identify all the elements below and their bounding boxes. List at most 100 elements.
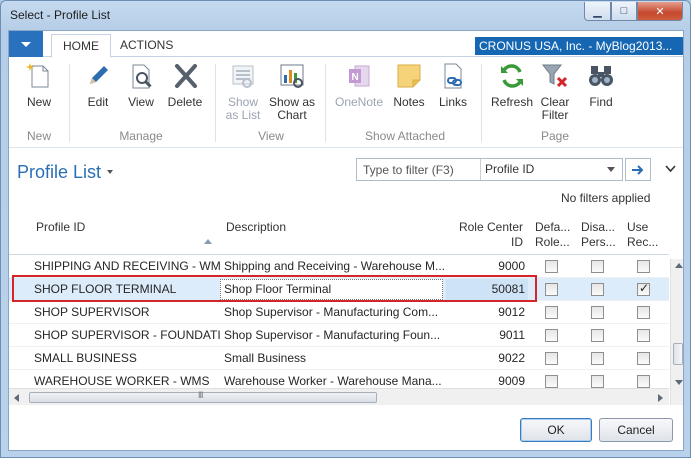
collapse-button[interactable] [665, 162, 676, 176]
disable-personalization-checkbox[interactable] [591, 329, 604, 342]
show-as-list-button[interactable]: Show as List [223, 60, 263, 122]
ok-button[interactable]: OK [520, 418, 592, 442]
scroll-up-icon[interactable] [675, 263, 683, 268]
new-button[interactable]: New [21, 60, 57, 109]
new-label: New [26, 95, 51, 109]
links-button[interactable]: Links [435, 60, 471, 109]
chevron-down-icon [665, 165, 676, 173]
notes-button[interactable]: Notes [391, 60, 427, 109]
use-record-notes-checkbox[interactable] [637, 375, 650, 388]
disable-personalization-checkbox[interactable] [591, 260, 604, 273]
cell-description[interactable]: Shop Supervisor - Manufacturing Foun... [224, 328, 444, 342]
delete-button[interactable]: Delete [165, 60, 205, 109]
use-record-notes-checkbox[interactable] [637, 281, 650, 296]
filter-input[interactable] [357, 159, 481, 180]
default-checkbox[interactable] [545, 375, 558, 388]
cell-profile-id[interactable]: SHIPPING AND RECEIVING - WMS [34, 259, 220, 273]
tab-home[interactable]: HOME [51, 34, 111, 58]
minimize-button[interactable]: ▁ [584, 2, 611, 21]
table-row[interactable]: SMALL BUSINESS Small Business 9022 [9, 347, 669, 370]
refresh-button[interactable]: Refresh [489, 60, 535, 109]
cell-role-center-id[interactable]: 9022 [449, 351, 525, 365]
clear-filter-button[interactable]: Clear Filter [537, 60, 573, 122]
application-menu-button[interactable] [9, 31, 43, 57]
filter-field-selector[interactable]: Profile ID [485, 162, 534, 176]
chevron-down-icon[interactable] [107, 170, 113, 174]
column-header-default-role-center[interactable]: Defa... Role... [535, 220, 570, 250]
view-document-icon [132, 64, 152, 89]
default-header-line2: Role... [535, 235, 570, 249]
cell-description[interactable]: Shop Supervisor - Manufacturing Com... [224, 305, 444, 319]
edit-button[interactable]: Edit [81, 60, 115, 109]
vertical-scrollbar[interactable] [670, 259, 683, 405]
cell-description[interactable]: Small Business [224, 351, 444, 365]
note-icon [397, 64, 421, 88]
cell-profile-id[interactable]: SMALL BUSINESS [34, 351, 220, 365]
disable-personalization-checkbox[interactable] [591, 283, 604, 296]
view-button[interactable]: View [123, 60, 159, 109]
horizontal-scroll-thumb[interactable]: III [29, 390, 377, 403]
use-record-notes-checkbox[interactable] [637, 352, 650, 365]
cell-profile-id[interactable]: WAREHOUSE WORKER - WMS [34, 374, 220, 388]
use-header-line1: Use [627, 220, 649, 234]
disable-personalization-checkbox[interactable] [591, 375, 604, 388]
tab-actions[interactable]: ACTIONS [109, 34, 184, 58]
filter-status: No filters applied [561, 191, 651, 205]
cell-role-center-id[interactable]: 9009 [449, 374, 525, 388]
chevron-down-icon[interactable] [607, 167, 615, 172]
cell-role-center-id[interactable]: 9012 [449, 305, 525, 319]
scroll-down-icon[interactable] [675, 380, 683, 385]
onenote-icon: N [349, 65, 370, 87]
find-button[interactable]: Find [583, 60, 619, 109]
use-record-notes-checkbox[interactable] [637, 329, 650, 342]
onenote-label: OneNote [334, 95, 384, 109]
cell-profile-id[interactable]: SHOP SUPERVISOR - FOUNDATI... [34, 328, 220, 342]
cell-description[interactable]: Warehouse Worker - Warehouse Mana... [224, 374, 444, 388]
close-button[interactable]: ✕ [637, 2, 683, 21]
title-bar[interactable]: Select - Profile List ▁ □ ✕ [1, 1, 690, 29]
notes-label: Notes [393, 95, 425, 109]
clear-filter-icon [541, 64, 568, 88]
use-record-notes-checkbox[interactable] [637, 260, 650, 273]
table-row[interactable]: SHOP SUPERVISOR Shop Supervisor - Manufa… [9, 301, 669, 324]
table-row[interactable]: SHOP SUPERVISOR - FOUNDATI... Shop Super… [9, 324, 669, 347]
cell-role-center-id[interactable]: 9011 [449, 328, 525, 342]
disable-personalization-checkbox[interactable] [591, 306, 604, 319]
column-header-disable-personalization[interactable]: Disa... Pers... [581, 220, 616, 250]
refresh-label: Refresh [490, 95, 534, 109]
use-record-notes-checkbox[interactable] [637, 306, 650, 319]
default-checkbox[interactable] [545, 352, 558, 365]
minimize-icon: ▁ [593, 5, 602, 18]
scroll-right-icon[interactable] [658, 394, 663, 402]
show-as-list-label-1: Show [227, 95, 259, 109]
column-header-description[interactable]: Description [226, 220, 286, 235]
selection-highlight-box [12, 275, 537, 302]
group-label-view: View [258, 129, 284, 143]
cell-role-center-id[interactable]: 9000 [449, 259, 525, 273]
cell-profile-id[interactable]: SHOP SUPERVISOR [34, 305, 220, 319]
column-header-use-record-notes[interactable]: Use Rec... [627, 220, 658, 250]
column-header-role-center-id[interactable]: Role Center ID [449, 220, 523, 250]
dialog-window: Select - Profile List ▁ □ ✕ HOME ACTIONS… [0, 0, 691, 458]
horizontal-scrollbar[interactable]: III [9, 388, 669, 405]
scroll-left-icon[interactable] [14, 394, 19, 402]
clear-filter-label-2: Filter [541, 108, 569, 122]
new-document-icon [26, 63, 49, 88]
onenote-button[interactable]: N OneNote [333, 60, 385, 109]
default-checkbox[interactable] [545, 329, 558, 342]
filter-box: Profile ID [356, 158, 623, 181]
page-title[interactable]: Profile List [17, 162, 101, 183]
default-checkbox[interactable] [545, 306, 558, 319]
vertical-scroll-thumb[interactable] [673, 343, 683, 365]
cell-description[interactable]: Shipping and Receiving - Warehouse M... [224, 259, 444, 273]
apply-filter-button[interactable] [625, 158, 651, 181]
binoculars-icon [589, 66, 613, 86]
default-checkbox[interactable] [545, 260, 558, 273]
disable-personalization-checkbox[interactable] [591, 352, 604, 365]
window-title: Select - Profile List [10, 8, 111, 22]
default-checkbox[interactable] [545, 283, 558, 296]
cancel-button[interactable]: Cancel [599, 418, 673, 442]
column-header-profile-id[interactable]: Profile ID [36, 220, 85, 235]
show-as-chart-button[interactable]: Show as Chart [267, 60, 317, 122]
maximize-button[interactable]: □ [611, 2, 637, 21]
